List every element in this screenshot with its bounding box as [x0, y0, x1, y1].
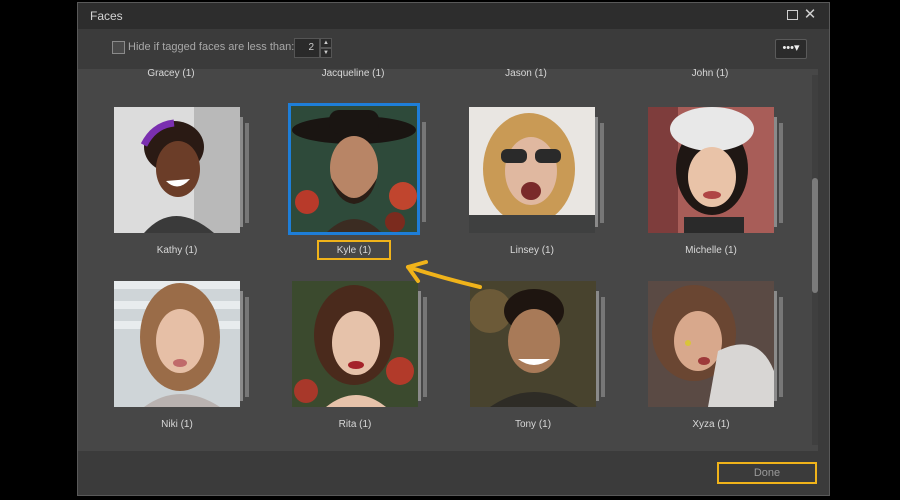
face-card-kathy[interactable]	[114, 107, 249, 235]
face-name[interactable]: Jason (1)	[466, 68, 586, 79]
face-name[interactable]: Michelle (1)	[648, 245, 774, 256]
spin-down-icon[interactable]: ▼	[320, 48, 332, 58]
more-options-button[interactable]: •••▾	[775, 39, 807, 59]
annotation-arrow-icon	[406, 260, 482, 289]
face-card-xyza[interactable]	[648, 281, 783, 409]
face-name[interactable]: Kathy (1)	[114, 245, 240, 256]
maximize-icon[interactable]	[785, 8, 799, 22]
stack-edge	[245, 297, 249, 397]
face-photo[interactable]	[114, 281, 240, 407]
footer: Done	[78, 451, 829, 495]
face-card-niki[interactable]	[114, 281, 249, 409]
face-name[interactable]: Tony (1)	[470, 419, 596, 430]
face-card-rita[interactable]	[292, 281, 427, 409]
face-card-michelle[interactable]	[648, 107, 783, 235]
filter-toolbar: Hide if tagged faces are less than: 2 ▲ …	[78, 29, 829, 69]
face-name[interactable]: Niki (1)	[114, 419, 240, 430]
close-icon[interactable]: ✕	[803, 7, 817, 22]
face-card-kyle[interactable]	[288, 103, 426, 235]
highlight-box	[317, 240, 391, 260]
hide-checkbox[interactable]	[112, 41, 125, 54]
face-photo[interactable]	[288, 103, 420, 235]
face-photo[interactable]	[648, 107, 774, 233]
spin-up-icon[interactable]: ▲	[320, 38, 332, 48]
scrollbar-thumb[interactable]	[812, 178, 818, 293]
stack-edge	[779, 123, 783, 223]
face-name[interactable]: Xyza (1)	[648, 419, 774, 430]
threshold-input[interactable]: 2	[294, 38, 320, 58]
face-photo[interactable]	[114, 107, 240, 233]
stack-edge	[601, 297, 605, 397]
face-name[interactable]: Jacqueline (1)	[293, 68, 413, 79]
hide-checkbox-label: Hide if tagged faces are less than:	[128, 41, 295, 53]
stack-edge	[423, 297, 427, 397]
face-name[interactable]: Linsey (1)	[469, 245, 595, 256]
done-button[interactable]: Done	[717, 462, 817, 484]
stack-edge	[779, 297, 783, 397]
window-title: Faces	[90, 9, 123, 23]
title-bar: Faces ✕	[78, 3, 829, 29]
face-name[interactable]: Rita (1)	[292, 419, 418, 430]
stack-edge	[245, 123, 249, 223]
face-name[interactable]: John (1)	[650, 68, 770, 79]
stack-edge	[422, 122, 426, 222]
face-card-linsey[interactable]	[469, 107, 604, 235]
face-photo[interactable]	[648, 281, 774, 407]
face-photo[interactable]	[469, 107, 595, 233]
face-card-tony[interactable]	[470, 281, 605, 409]
face-photo[interactable]	[470, 281, 596, 407]
face-name[interactable]: Gracey (1)	[111, 68, 231, 79]
stack-edge	[600, 123, 604, 223]
